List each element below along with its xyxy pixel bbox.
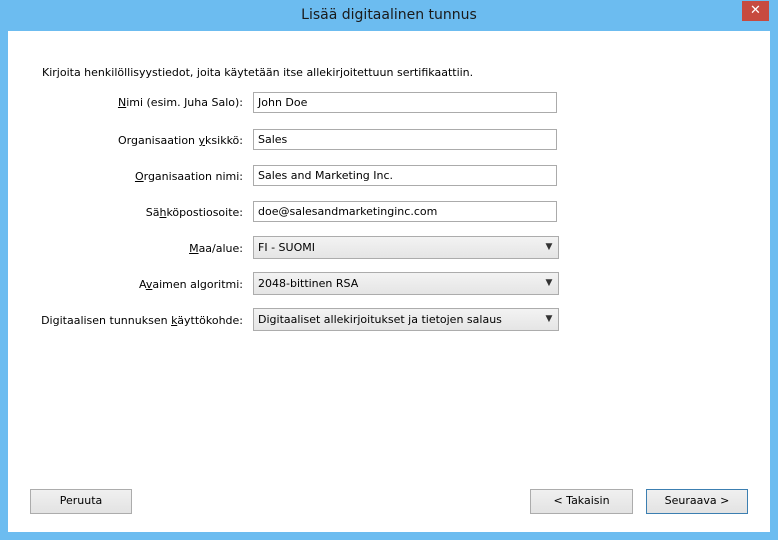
intro-text: Kirjoita henkilöllisyystiedot, joita käy…	[42, 66, 474, 79]
algorithm-label: Avaimen algoritmi:	[138, 278, 243, 291]
org-input[interactable]: Sales and Marketing Inc.	[253, 165, 557, 186]
window-title: Lisää digitaalinen tunnus	[301, 7, 477, 23]
email-label: Sähköpostiosoite:	[145, 206, 243, 219]
chevron-down-icon: ▼	[545, 242, 553, 252]
next-button[interactable]: Seuraava >	[646, 489, 748, 514]
close-button[interactable]: ✕	[742, 1, 769, 21]
algorithm-select[interactable]: 2048-bittinen RSA ▼	[253, 272, 559, 295]
chevron-down-icon: ▼	[545, 278, 553, 288]
country-select[interactable]: FI - SUOMI ▼	[253, 236, 559, 259]
cancel-button[interactable]: Peruuta	[30, 489, 132, 514]
usage-label: Digitaalisen tunnuksen käyttökohde:	[41, 314, 243, 327]
name-input[interactable]: John Doe	[253, 92, 557, 113]
unit-label: Organisaation yksikkö:	[118, 134, 243, 147]
back-button[interactable]: < Takaisin	[530, 489, 633, 514]
country-label: Maa/alue:	[189, 242, 243, 255]
country-value: FI - SUOMI	[258, 241, 315, 254]
title-bar[interactable]: Lisää digitaalinen tunnus ✕	[0, 0, 778, 31]
chevron-down-icon: ▼	[545, 314, 553, 324]
close-icon: ✕	[750, 3, 761, 18]
algorithm-value: 2048-bittinen RSA	[258, 277, 359, 290]
email-input[interactable]: doe@salesandmarketinginc.com	[253, 201, 557, 222]
usage-select[interactable]: Digitaaliset allekirjoitukset ja tietoje…	[253, 308, 559, 331]
org-label: Organisaation nimi:	[134, 170, 243, 183]
dialog-window: Lisää digitaalinen tunnus ✕ Kirjoita hen…	[0, 0, 778, 540]
usage-value: Digitaaliset allekirjoitukset ja tietoje…	[258, 313, 502, 326]
unit-input[interactable]: Sales	[253, 129, 557, 150]
name-label: Nimi (esim. Juha Salo):	[117, 96, 243, 109]
